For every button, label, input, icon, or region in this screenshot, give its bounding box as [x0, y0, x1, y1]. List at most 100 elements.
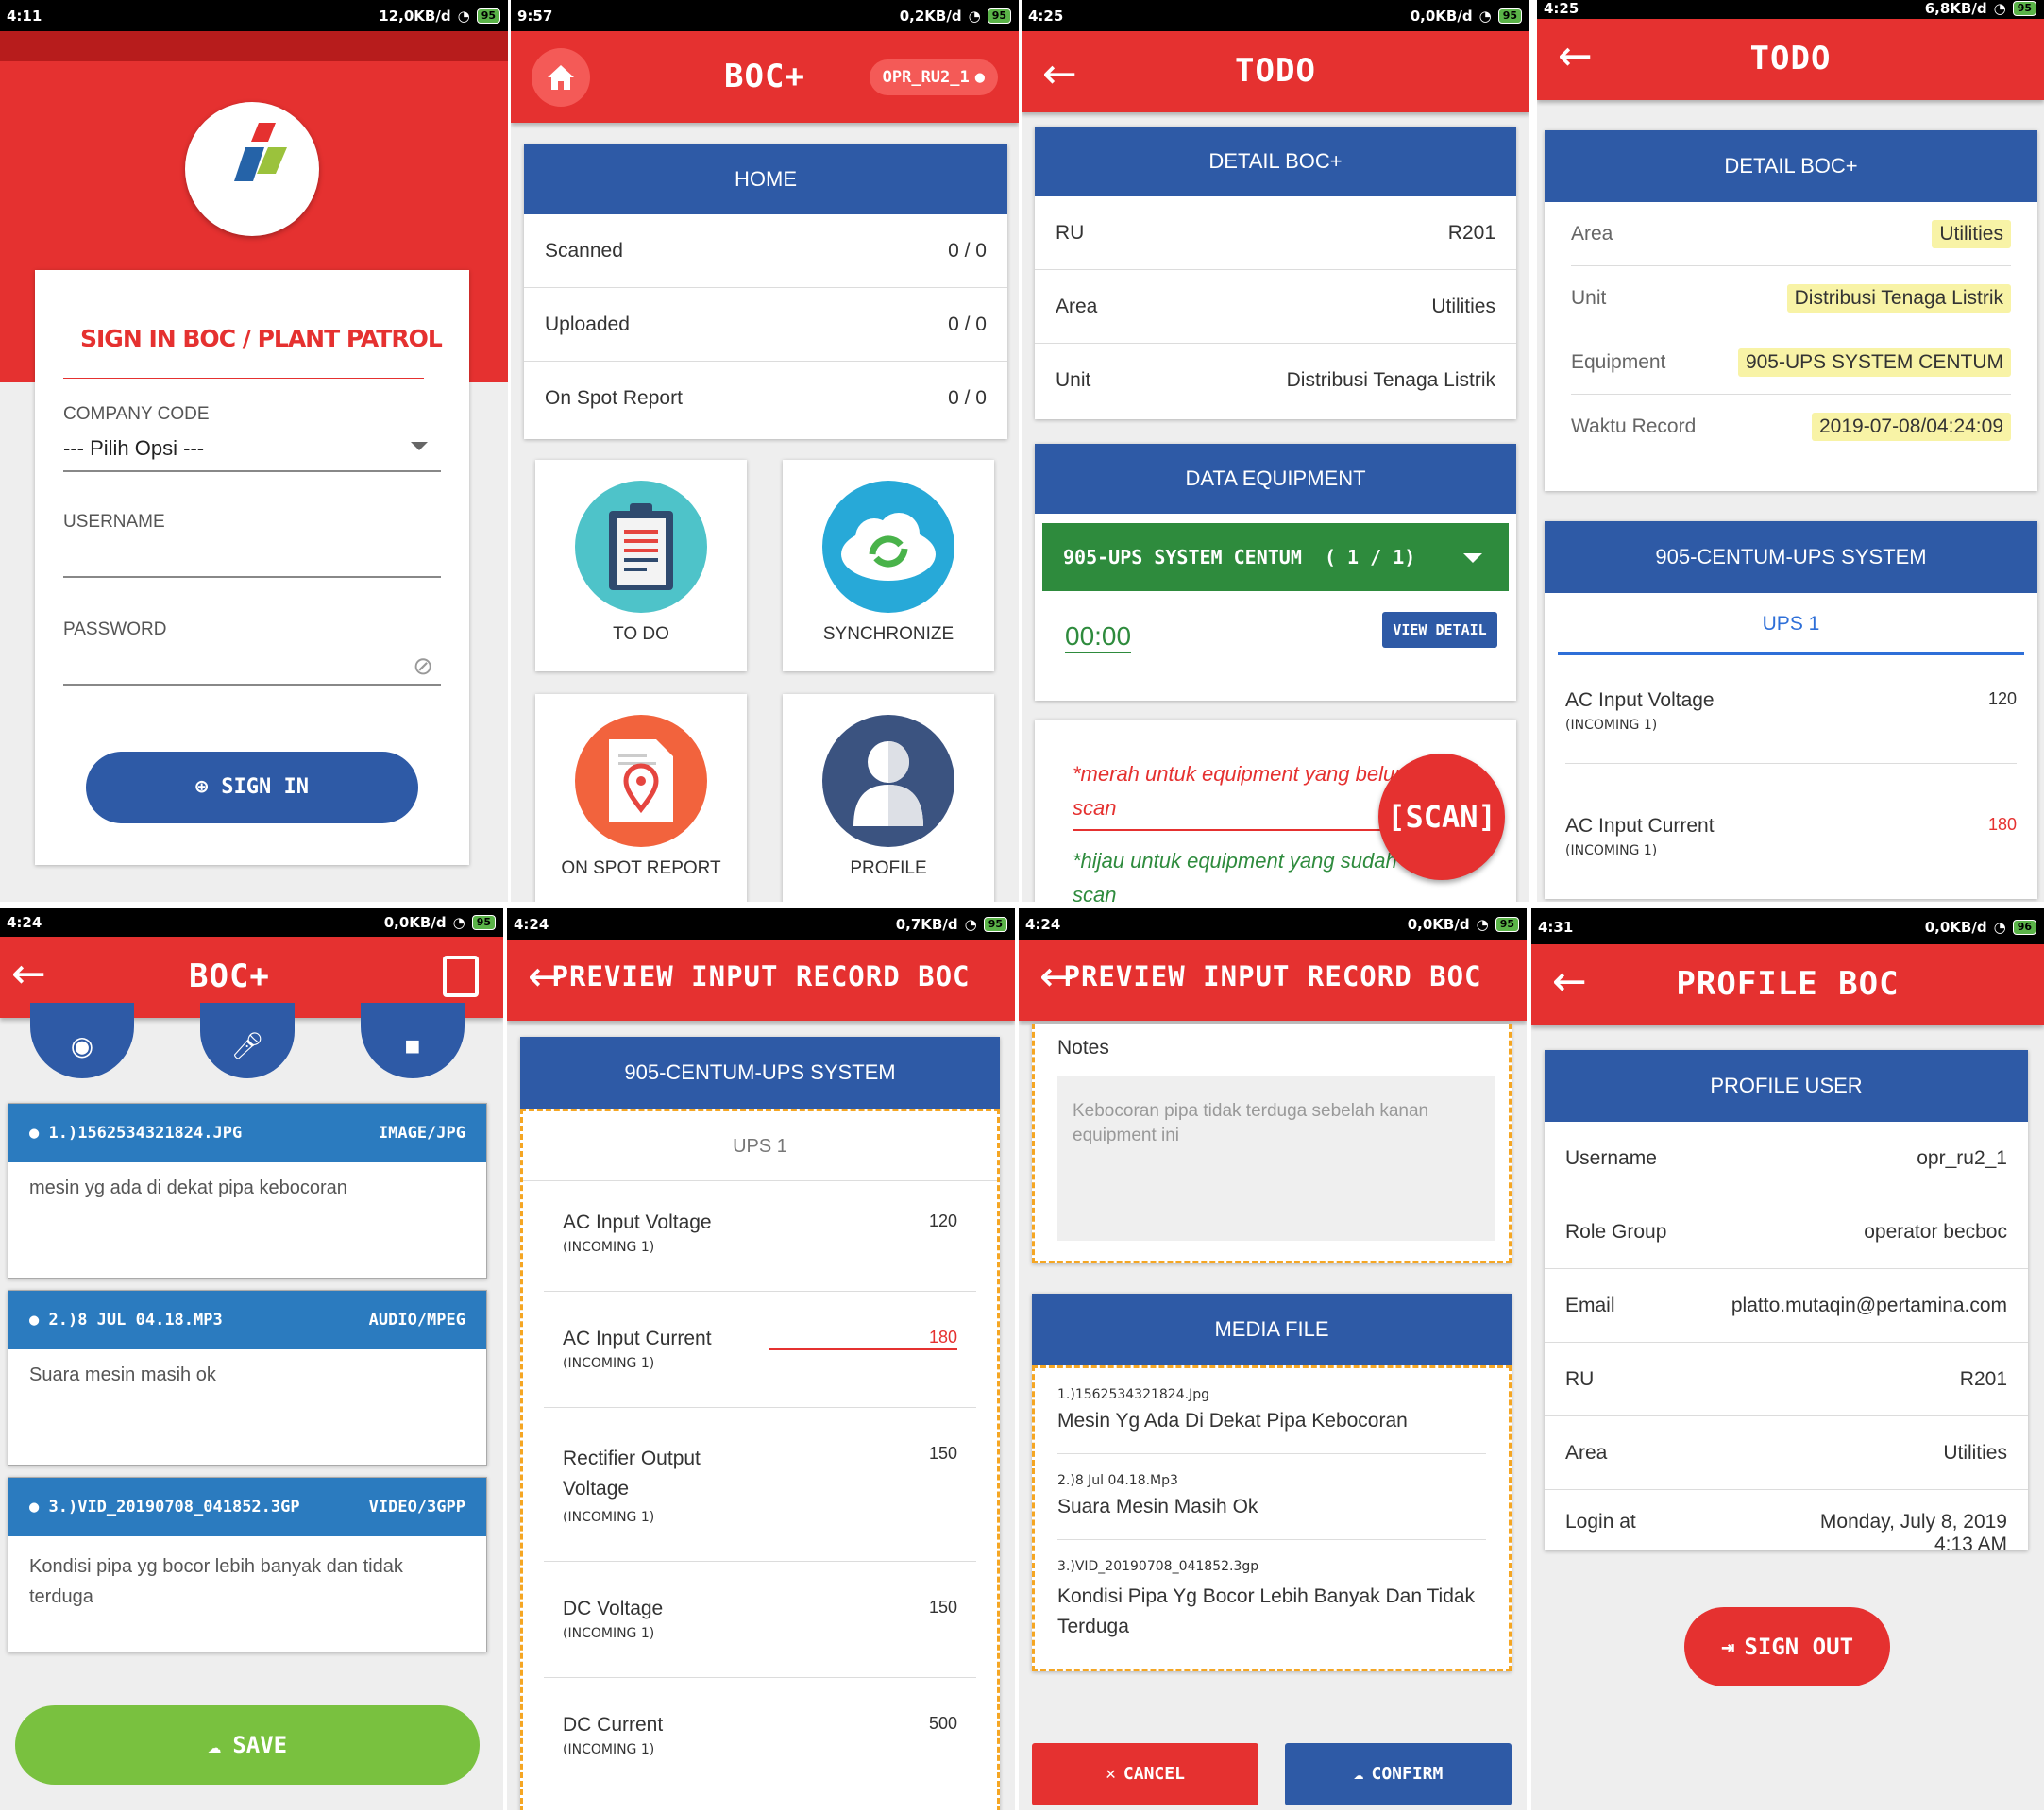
status-net: 12,0KB/d [379, 8, 451, 25]
login-screen: 4:11 12,0KB/d ◔ 95 SIGN IN BOC / PLANT PATR… [0, 0, 508, 902]
clipboard-icon[interactable] [443, 956, 479, 997]
profile-label: RU [1565, 1367, 1595, 1390]
tile-profile[interactable]: PROFILE [783, 694, 994, 902]
detail-title: DETAIL BOC+ [1035, 127, 1516, 196]
tile-on-spot-report[interactable]: ON SPOT REPORT [535, 694, 747, 902]
app-bar: ← TODO [1022, 31, 1529, 112]
reading-row: AC Input Current 180 (INCOMING 1) [544, 1292, 976, 1408]
profile-row-ru: RU R201 [1545, 1343, 2028, 1416]
wifi-icon: ◔ [1993, 0, 2006, 17]
system-title: 905-CENTUM-UPS SYSTEM [520, 1037, 1000, 1109]
username-input[interactable] [63, 536, 441, 578]
stat-label: On Spot Report [545, 387, 683, 409]
system-title: 905-CENTUM-UPS SYSTEM [1545, 521, 2037, 593]
file-note-input[interactable]: Suara mesin masih ok [8, 1349, 486, 1401]
chevron-down-icon[interactable]: ● [29, 1498, 39, 1516]
preview-media-screen: 4:24 0,0KB/d ◔ 95 ← PREVIEW INPUT RECORD BOC… [1019, 908, 1527, 1810]
status-net: 0,0KB/d [1407, 916, 1470, 933]
company-select[interactable]: --- Pilih Opsi --- [63, 436, 441, 472]
profile-row-area: Area Utilities [1545, 1416, 2028, 1490]
status-net: 0,0KB/d [1924, 919, 1987, 936]
chevron-down-icon [1463, 553, 1482, 563]
stat-label: Scanned [545, 239, 623, 262]
detail-label: Area [1056, 295, 1098, 317]
home-card: HOME Scanned 0 / 0 Uploaded 0 / 0 On Spot … [524, 144, 1007, 439]
media-row: 1.)1562534321824.Jpg Mesin Yg Ada Di Deka… [1057, 1368, 1486, 1454]
reading-sub: (INCOMING 1) [1565, 843, 1658, 858]
media-file-name: 3.)VID_20190708_041852.3gp [1057, 1559, 1259, 1574]
reading-row: DC Voltage 150 (INCOMING 1) [544, 1562, 976, 1678]
dashed-frame: 1.)1562534321824.Jpg Mesin Yg Ada Di Deka… [1032, 1365, 1512, 1671]
cloud-sync-icon [822, 481, 954, 613]
status-bar: 4:24 0,0KB/d ◔ 95 [1019, 908, 1527, 940]
logout-icon: ⇥ [1720, 1634, 1735, 1660]
reading-label: DC Voltage [563, 1598, 664, 1619]
detail-row-equipment: Equipment 905-UPS SYSTEM CENTUM [1571, 330, 2011, 395]
password-label: PASSWORD [63, 619, 167, 639]
status-time: 4:25 [1544, 0, 1579, 17]
file-header: ● 2.)8 JUL 04.18.MP3 AUDIO/MPEG [8, 1291, 486, 1349]
app-bar: ← PROFILE BOC [1531, 944, 2044, 1025]
media-card: MEDIA FILE 1.)1562534321824.Jpg Mesin Yg … [1032, 1294, 1512, 1671]
profile-value: R201 [1959, 1367, 2007, 1390]
profile-value: Utilities [1943, 1441, 2007, 1464]
save-button[interactable]: ☁ SAVE [15, 1705, 480, 1785]
view-detail-button[interactable]: VIEW DETAIL [1382, 612, 1497, 648]
camera-button[interactable]: ◉ [30, 1003, 134, 1078]
detail-row-unit: Unit Distribusi Tenaga Listrik [1035, 344, 1516, 417]
detail-value: Utilities [1431, 295, 1495, 317]
chevron-down-icon[interactable]: ● [29, 1124, 39, 1143]
profile-icon [822, 715, 954, 847]
wifi-icon: ◔ [964, 916, 977, 933]
status-time: 4:24 [514, 916, 549, 933]
confirm-label: CONFIRM [1371, 1764, 1444, 1784]
mic-button[interactable]: 🎤︎ [200, 1003, 295, 1078]
profile-value: Monday, July 8, 2019 4:13 AM [1819, 1511, 2007, 1555]
tile-synchronize[interactable]: SYNCHRONIZE [783, 460, 994, 671]
file-type: AUDIO/MPEG [368, 1311, 465, 1330]
reading-row: AC Input Voltage 120 (INCOMING 1) [1565, 655, 2017, 764]
app-bar: BOC+ OPR_RU2_1 ● [511, 31, 1019, 123]
scan-button[interactable]: [SCAN] [1378, 754, 1505, 880]
login-title: SIGN IN BOC / PLANT PATROL [80, 325, 443, 352]
reading-row: AC Input Current 180 (INCOMING 1) [1565, 764, 2017, 858]
eye-off-icon[interactable]: ⊘ [413, 652, 433, 681]
app-bar: ← PREVIEW INPUT RECORD BOC [507, 940, 1015, 1021]
status-bar: 4:11 12,0KB/d ◔ 95 [0, 0, 508, 31]
file-name: 2.)8 JUL 04.18.MP3 [48, 1311, 223, 1330]
wifi-icon: ◔ [452, 914, 465, 931]
equipment-count: ( 1 / 1) [1324, 546, 1416, 568]
page-title: PROFILE BOC [1676, 965, 1900, 1003]
password-input[interactable]: ⊘ [63, 644, 441, 686]
page-title: TODO [1749, 40, 1832, 77]
tile-todo[interactable]: TO DO [535, 460, 747, 671]
notes-textarea[interactable]: Kebocoran pipa tidak terduga sebelah kan… [1057, 1076, 1495, 1241]
close-icon: ✕ [1106, 1764, 1116, 1784]
detail-row-area: Area Utilities [1571, 202, 2011, 266]
reading-sub: (INCOMING 1) [563, 1742, 655, 1757]
status-net: 0,7KB/d [895, 916, 958, 933]
reading-value: 150 [928, 1598, 957, 1617]
sign-out-button[interactable]: ⇥ SIGN OUT [1684, 1607, 1890, 1686]
tab-ups1[interactable]: UPS 1 [1558, 593, 2024, 655]
login-card: SIGN IN BOC / PLANT PATROL COMPANY CODE … [35, 270, 469, 865]
reading-sub: (INCOMING 1) [563, 1356, 655, 1371]
reading-sub: (INCOMING 1) [563, 1240, 655, 1255]
confirm-button[interactable]: ☁ CONFIRM [1285, 1743, 1512, 1805]
sign-in-button[interactable]: ⊕ SIGN IN [86, 752, 418, 823]
profile-row-username: Username opr_ru2_1 [1545, 1122, 2028, 1195]
equipment-dropdown[interactable]: 905-UPS SYSTEM CENTUM ( 1 / 1) [1042, 523, 1509, 591]
detail-row-ru: RU R201 [1035, 196, 1516, 270]
chevron-down-icon[interactable]: ● [29, 1311, 39, 1330]
username-label: USERNAME [63, 512, 165, 532]
user-chip[interactable]: OPR_RU2_1 ● [869, 59, 998, 95]
chevron-down-icon [411, 442, 428, 450]
wifi-icon: ◔ [1478, 8, 1492, 25]
battery-icon: 95 [1497, 8, 1522, 24]
cancel-button[interactable]: ✕ CANCEL [1032, 1743, 1258, 1805]
tile-label: TO DO [613, 624, 669, 644]
file-note-input[interactable]: Kondisi pipa yg bocor lebih banyak dan t… [8, 1536, 486, 1627]
login-icon: ⊕ [195, 775, 209, 799]
file-note-input[interactable]: mesin yg ada di dekat pipa kebocoran [8, 1162, 486, 1214]
video-button[interactable]: ■ [361, 1003, 465, 1078]
